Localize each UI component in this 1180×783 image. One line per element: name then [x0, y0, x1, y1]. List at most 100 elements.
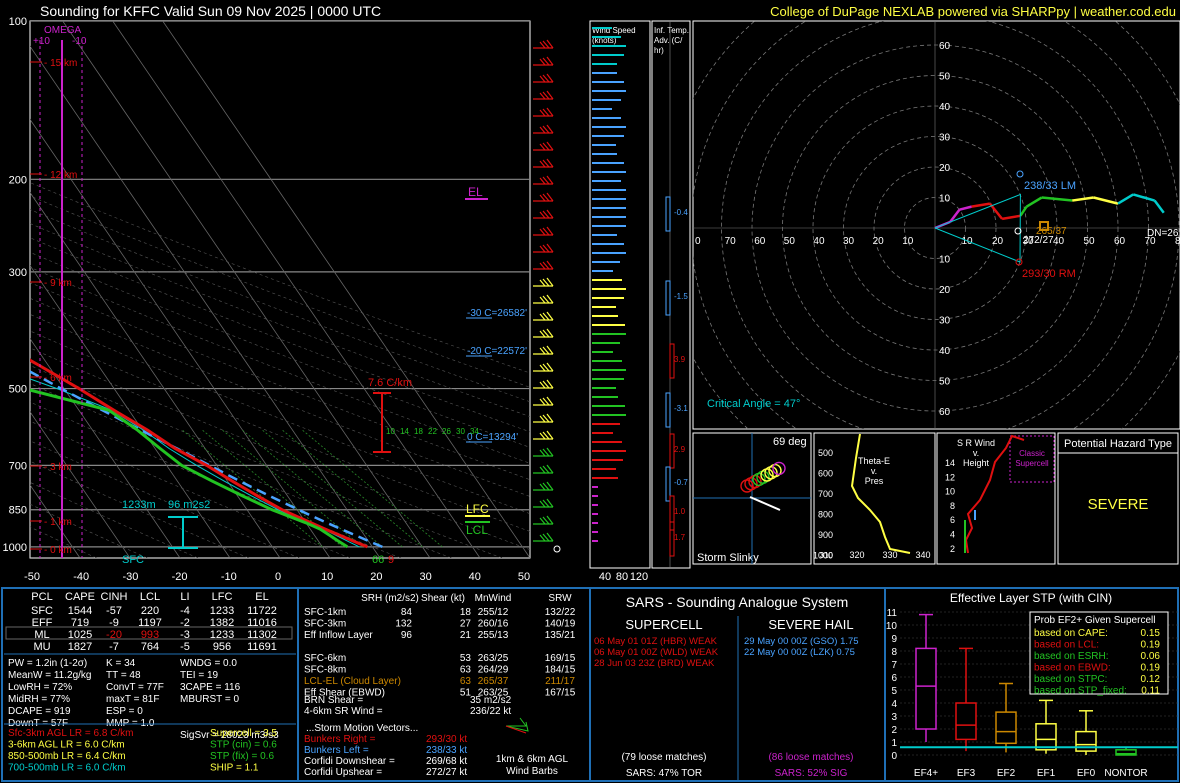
thermo-header: CAPE — [65, 591, 95, 603]
mixing-label: 34 — [470, 427, 479, 436]
stp-y-tick: 0 — [891, 751, 897, 762]
storm-label: Corfidi Upshear = — [304, 767, 382, 778]
hodo-ring-label-up: 10 — [939, 194, 951, 205]
stp-y-tick: 9 — [891, 634, 897, 645]
sfc-temp: 66 — [372, 554, 384, 566]
pressure-tick: 1000 — [3, 542, 27, 554]
temp-tick: 50 — [518, 571, 530, 583]
lapse-rate: 3-6km AGL LR = 6.0 C/km — [8, 740, 125, 751]
lapse-rate: Sfc-3km AGL LR = 6.8 C/km — [8, 728, 134, 739]
sr46-value: 236/22 kt — [470, 706, 511, 717]
param-mid: ESP = 0 — [106, 706, 143, 717]
stp-box — [995, 711, 1017, 745]
param-left: LowRH = 72% — [8, 682, 72, 693]
thermo-cell: 11722 — [247, 605, 277, 617]
storm-title: ...Storm Motion Vectors... — [306, 723, 418, 734]
stp-y-tick: 7 — [891, 660, 897, 671]
kin-header: Shear (kt) — [421, 593, 465, 604]
wind-speed-tick: 40 — [599, 571, 611, 583]
thermo-cell: 1025 — [68, 629, 92, 641]
supercell-tor: SARS: 47% TOR — [626, 768, 702, 779]
wind-barb — [533, 158, 554, 168]
kin-shear: 63 — [460, 676, 472, 687]
hodo-ring-label-up: 50 — [939, 72, 951, 83]
hail-match: 29 May 00 00Z (GSO) 1.75 — [744, 636, 859, 647]
omega-p10: +10 — [33, 36, 50, 47]
theta-title: Pres — [865, 476, 884, 486]
skew-t-frame — [29, 20, 531, 559]
kin-row-label: SFC-8km — [304, 665, 346, 676]
sounding-display: Sounding for KFFC Valid Sun 09 Nov 2025 … — [1, 3, 1180, 782]
theta-p-tick: 700 — [818, 489, 833, 499]
hodo-ring-label-down: 60 — [939, 407, 951, 418]
hodo-ring-label-down: 20 — [939, 285, 951, 296]
thermo-cell: -5 — [180, 641, 190, 653]
composite: Supercell = 3.5 — [210, 728, 277, 739]
stp-y-tick: 1 — [891, 738, 897, 749]
kin-mnwind: 263/25 — [478, 653, 509, 664]
temp-tick: 40 — [469, 571, 481, 583]
stp-category: NONTOR — [1104, 768, 1147, 779]
classic-label: Classic — [1019, 449, 1045, 458]
hgz-label: -20 C=22572' — [467, 346, 527, 357]
thermo-cell: 993 — [141, 629, 159, 641]
stp-y-tick: 11 — [887, 608, 898, 619]
storm-value: 238/33 kt — [426, 745, 467, 756]
thermo-cell: -57 — [106, 605, 122, 617]
prob-label: based on EBWD: — [1034, 663, 1111, 674]
thermo-cell: -7 — [109, 641, 119, 653]
omega-title: OMEGA — [44, 25, 82, 36]
srw-y-tick: 2 — [950, 544, 955, 554]
kin-row-label: SFC-1km — [304, 607, 346, 618]
lapse-rate: 850-500mb LR = 6.4 C/km — [8, 751, 126, 762]
hodo-ring-label-left: 50 — [784, 236, 796, 247]
thermo-header: CINH — [101, 591, 128, 603]
stp-category: EF0 — [1077, 768, 1096, 779]
height-label: - 1 km — [44, 517, 72, 528]
thermo-cell: -2 — [180, 617, 190, 629]
storm-slinky-panel: 69 deg Storm Slinky — [692, 432, 812, 565]
stp-category: EF3 — [957, 768, 976, 779]
param-mid: maxT = 81F — [106, 694, 159, 705]
prob-label: based on LCL: — [1034, 640, 1099, 651]
critical-angle: Critical Angle = 47° — [707, 398, 800, 410]
param-left: MidRH = 77% — [8, 694, 70, 705]
hazard-value: SEVERE — [1088, 496, 1149, 513]
advection-label: 3.9 — [674, 355, 686, 364]
param-mid: TT = 48 — [106, 670, 141, 681]
wind-speed-frame — [589, 20, 651, 569]
theta-p-tick: 800 — [818, 510, 833, 520]
sounding-title: Sounding for KFFC Valid Sun 09 Nov 2025 … — [40, 3, 381, 19]
stp-y-tick: 6 — [891, 673, 897, 684]
hodo-ring-label-left: 40 — [813, 236, 825, 247]
prob-value: 0.12 — [1141, 674, 1161, 685]
temp-tick: 10 — [321, 571, 333, 583]
advection-label: -3.1 — [674, 404, 688, 413]
pressure-tick: 200 — [9, 174, 27, 186]
kin-shear: 63 — [460, 665, 472, 676]
lcl-label: LCL — [466, 523, 488, 537]
srw-y-tick: 4 — [950, 530, 955, 540]
lapse-label: 7.6 C/km — [368, 377, 412, 389]
supercell-match: 06 May 01 01Z (HBR) WEAK — [594, 636, 718, 647]
theta-title: v. — [871, 466, 877, 476]
temp-tick: -50 — [24, 571, 40, 583]
mixing-label: 10 — [386, 427, 395, 436]
advection-title-2: Adv. (C/ — [654, 36, 683, 45]
thermo-cell: -3 — [180, 629, 190, 641]
prob-label: based on CAPE: — [1034, 628, 1108, 639]
wind-barb — [533, 209, 554, 219]
hodo-ring-label-right: 10 — [962, 236, 974, 247]
kin-srw: 211/17 — [545, 676, 575, 687]
kin-row-label: LCL-EL (Cloud Layer) — [304, 676, 401, 687]
wind-barb — [533, 532, 554, 542]
kin-mnwind: 260/16 — [478, 619, 509, 630]
sars-title: SARS - Sounding Analogue System — [626, 594, 849, 610]
kin-header: MnWind — [475, 593, 512, 604]
wind-barb — [533, 141, 554, 151]
hodo-ring-label-right: 60 — [1114, 236, 1126, 247]
wind-barb — [533, 481, 554, 491]
thermo-cell: 220 — [141, 605, 159, 617]
wind-barb — [533, 39, 554, 49]
prob-value: 0.15 — [1141, 628, 1161, 639]
